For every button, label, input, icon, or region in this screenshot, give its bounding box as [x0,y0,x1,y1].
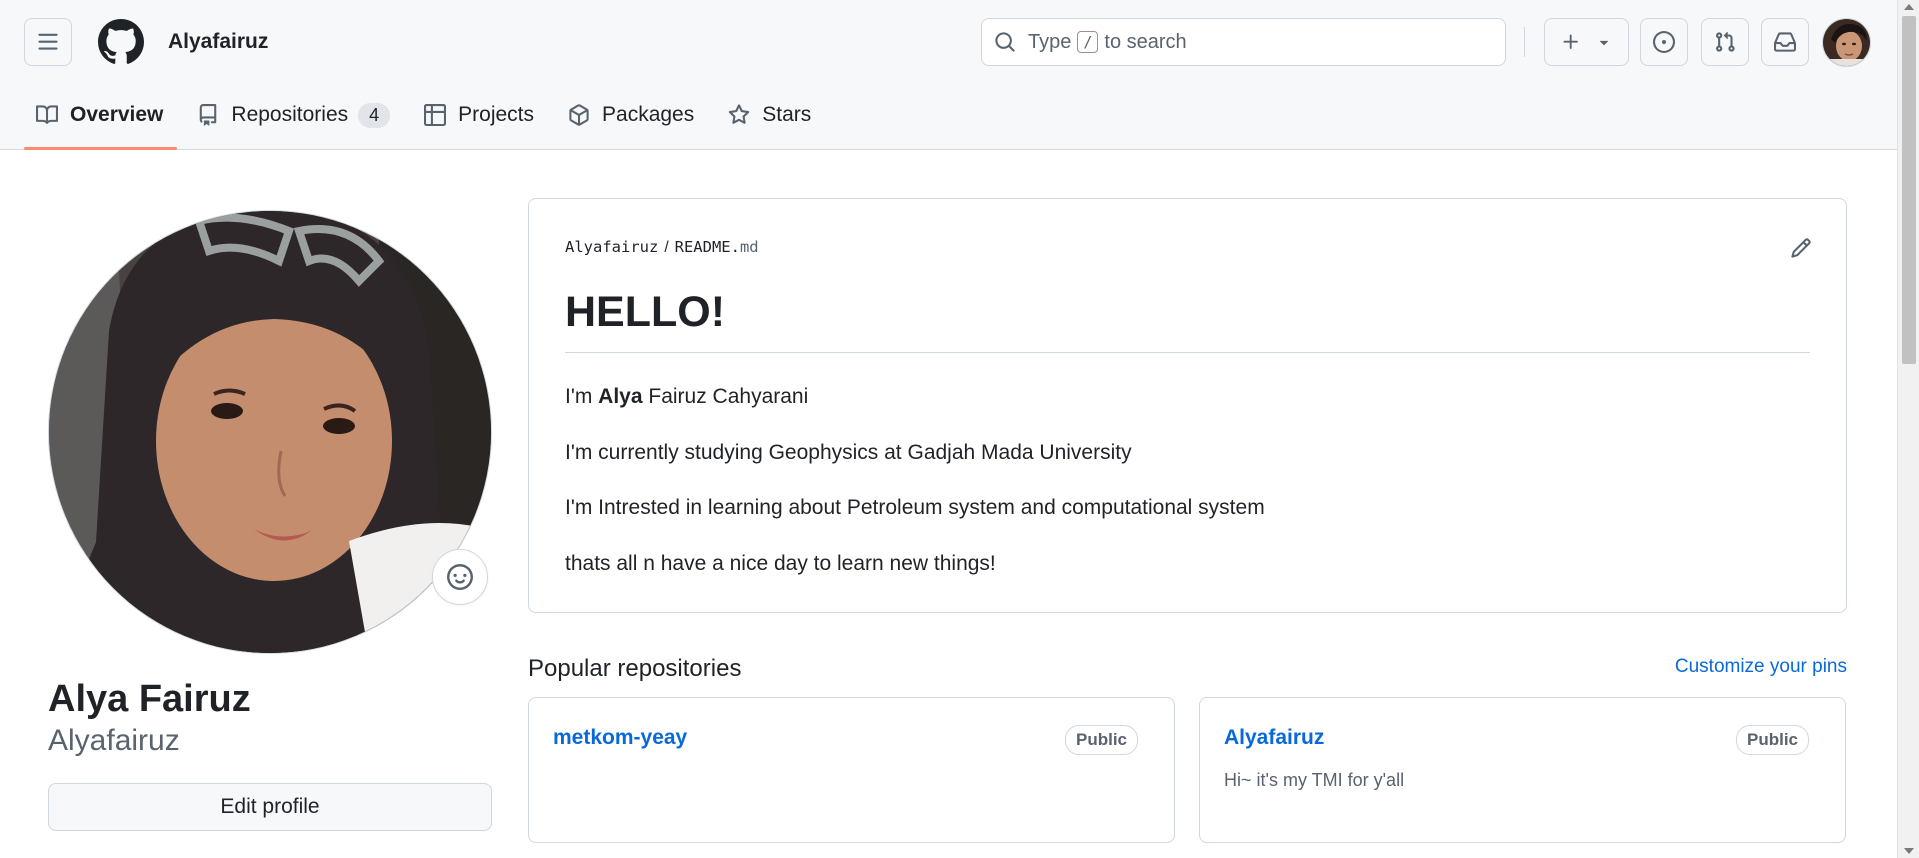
hamburger-icon [38,33,58,50]
pull-requests-button[interactable] [1701,18,1749,66]
user-avatar-menu[interactable] [1822,18,1871,67]
create-new-button[interactable] [1544,18,1629,66]
search-input[interactable]: Type / to search [981,18,1506,66]
book-icon [36,105,58,124]
readme-breadcrumb: Alyafairuz / README.md [565,238,759,257]
profile-avatar[interactable] [48,210,492,654]
tab-stars-label: Stars [762,103,812,126]
readme-line-name: I'm Alya Fairuz Cahyarani [565,385,808,409]
customize-pins-link[interactable]: Customize your pins [1675,656,1847,678]
tab-packages-label: Packages [602,103,695,126]
inbox-icon [1774,32,1796,52]
repo-icon [200,104,217,126]
search-placeholder-prefix: Type [1028,30,1072,53]
app-header: Alyafairuz Type / to search Overview Rep… [0,0,1897,150]
plus-icon [1563,34,1578,49]
tab-overview[interactable]: Overview [24,96,178,150]
package-icon [569,104,589,126]
tab-stars[interactable]: Stars [716,96,823,134]
issues-button[interactable] [1640,18,1688,66]
pencil-icon [1791,238,1811,258]
edit-profile-button[interactable]: Edit profile [48,783,492,831]
readme-line-name-bold: Alya [598,385,643,408]
profile-username: Alyafairuz [48,724,180,757]
smiley-icon [447,564,473,590]
repositories-count-badge: 4 [358,102,391,128]
tab-projects-label: Projects [458,103,535,126]
profile-photo [49,211,491,653]
readme-file-ext[interactable]: md [740,238,759,256]
tab-packages[interactable]: Packages [556,96,706,134]
readme-line-name-post: Fairuz Cahyarani [642,385,809,408]
pinned-repo-description: Hi~ it's my TMI for y'all [1224,770,1405,790]
readme-line-closing: thats all n have a nice day to learn new… [565,552,996,575]
readme-line-study: I'm currently studying Geophysics at Gad… [565,441,1132,464]
tab-overview-label: Overview [70,103,164,126]
search-placeholder-suffix: to search [1104,30,1187,53]
readme-owner-link[interactable]: Alyafairuz [565,238,658,256]
search-icon [995,32,1015,52]
pinned-repo-card: Alyafairuz Public Hi~ it's my TMI for y'… [1199,697,1846,843]
repo-visibility-badge: Public [1064,725,1138,755]
readme-line-interest: I'm Intrested in learning about Petroleu… [565,496,1265,519]
readme-line-name-pre: I'm [565,385,599,408]
pinned-repo-card: metkom-yeay Public [528,697,1175,843]
set-status-button[interactable] [432,549,488,605]
avatar-thumbnail [1823,19,1870,66]
tab-projects[interactable]: Projects [412,96,546,134]
triangle-down-icon [1599,40,1608,46]
readme-heading: HELLO! [565,288,726,336]
readme-path-separator: / [664,239,669,256]
scrollbar-thumb[interactable] [1902,16,1916,364]
profile-readme: Alyafairuz / README.md HELLO! I'm Alya Fai… [528,198,1847,613]
readme-file-base[interactable]: README. [675,238,740,256]
header-divider [1524,27,1525,57]
issue-opened-icon [1653,31,1675,53]
tab-repositories[interactable]: Repositories 4 [185,96,402,134]
github-logo-icon[interactable] [98,19,144,65]
table-icon [424,104,447,126]
git-pull-request-icon [1716,31,1735,52]
star-icon [729,104,750,124]
readme-heading-rule [565,352,1810,353]
pinned-repo-name[interactable]: metkom-yeay [553,726,687,750]
page-scrollbar[interactable] [1897,0,1919,858]
header-username[interactable]: Alyafairuz [168,30,268,54]
tab-repositories-label: Repositories [231,103,349,126]
popular-repositories-title: Popular repositories [528,655,742,682]
profile-full-name: Alya Fairuz [48,678,251,720]
scroll-up-arrow-icon[interactable] [1904,4,1914,10]
inbox-button[interactable] [1761,18,1809,66]
scroll-down-arrow-icon[interactable] [1904,848,1914,854]
search-shortcut-key: / [1077,31,1099,53]
edit-readme-button[interactable] [1790,237,1812,264]
menu-button[interactable] [24,18,72,66]
profile-tabs: Overview Repositories 4 Projects Package… [24,96,833,150]
repo-visibility-badge: Public [1735,725,1809,755]
pinned-repo-name[interactable]: Alyafairuz [1224,726,1324,750]
